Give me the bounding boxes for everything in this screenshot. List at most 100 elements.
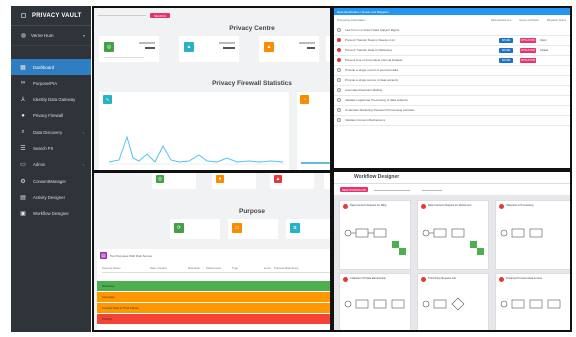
list-item[interactable]: Undertake Marketing Research Processing … xyxy=(334,106,570,116)
search-input[interactable] xyxy=(374,190,410,191)
row-label: Automated Decision Making xyxy=(345,88,383,93)
radio-icon xyxy=(337,48,341,53)
sidebar-item-label: Workflow Designer xyxy=(33,211,69,217)
radio-icon xyxy=(337,118,341,123)
workflow-card[interactable]: Preferred Process Data Access xyxy=(495,273,570,330)
row-label: Provide a single source of data subjects xyxy=(345,78,399,83)
radio-icon xyxy=(337,28,341,33)
sidebar-item-label: Admin xyxy=(33,162,46,168)
filter-field[interactable] xyxy=(126,11,146,18)
sidebar-item-purpose-pia[interactable]: ∞ Purpose/PIA xyxy=(11,75,91,91)
share-button[interactable]: SHARE xyxy=(499,48,513,53)
list-item[interactable]: Law Form on Voters Data Subject Rights xyxy=(334,26,570,36)
sidebar-item-label: Dashboard xyxy=(33,64,55,70)
chevron-left-icon: ‹ xyxy=(82,162,84,168)
sidebar-item-identity-data-gateway[interactable]: ⅄ Identity Data Gateway xyxy=(11,92,91,108)
purpose-name: Marketing xyxy=(102,284,115,288)
purpose-name: Transfer Data to Third Parties xyxy=(102,306,139,310)
workflow-diagram xyxy=(500,228,543,238)
stat-card: ▲ xyxy=(270,173,314,189)
column-header: Level xyxy=(264,265,271,270)
stat-card: ◎ xyxy=(152,173,196,189)
card-title: Data Consent Request for Retirement xyxy=(428,204,472,207)
list-item[interactable]: Automated Decision Making xyxy=(334,86,570,96)
toolbar: NEW WORKFLOW xyxy=(334,184,570,195)
table-row[interactable]: Profiling xyxy=(97,314,330,324)
status-icon xyxy=(499,277,504,282)
folder-icon: ▭ xyxy=(232,223,242,233)
purpose-icon: ⟳ xyxy=(174,223,184,233)
share-button[interactable]: SHARE xyxy=(499,38,513,43)
sidebar-item-label: ConsentManager xyxy=(33,178,66,184)
workflow-header: Workflow Designer xyxy=(334,172,570,184)
consent-icon: ◎ xyxy=(104,42,114,52)
avatar xyxy=(21,33,26,38)
workflow-card[interactable]: Third Party Request Job xyxy=(417,273,489,330)
list-item[interactable]: Provide a single record of personal data xyxy=(334,66,570,76)
list-item[interactable]: Prevent Use of Incomplete Internal Datas… xyxy=(334,56,570,66)
sidebar-item-dashboard[interactable]: ▦ Dashboard xyxy=(11,59,91,75)
table-row[interactable]: Transfer Data to Third Parties xyxy=(97,303,330,313)
sidebar-item-label: Search PII xyxy=(33,145,54,151)
list-icon: ☰ xyxy=(20,145,26,152)
brand: PRIVACY VAULT xyxy=(11,6,91,26)
card-title: Data Consent Request for Mktg xyxy=(350,204,387,207)
sidebar-item-label: Privacy Firewall xyxy=(33,113,64,119)
table-row[interactable]: Marketing xyxy=(97,281,330,291)
search-button[interactable]: SEARCH xyxy=(150,13,170,18)
radio-icon xyxy=(337,98,341,103)
list-item[interactable]: Validate Consent Mechanisms xyxy=(334,116,570,126)
sidebar-item-workflow-designer[interactable]: ▣ Workflow Designer xyxy=(11,206,91,222)
sidebar-item-consent-manager[interactable]: ⚙ ConsentManager xyxy=(11,173,91,189)
radio-icon xyxy=(337,78,341,83)
column-header: Mitigation Status xyxy=(546,18,566,22)
mitigation-button[interactable]: MITIGATION xyxy=(520,58,536,63)
row-label: Prevent Transfer Data to Sweden Ltd xyxy=(345,38,395,43)
mitigation-button[interactable]: MITIGATION xyxy=(520,38,536,43)
radio-icon xyxy=(337,108,341,113)
workflow-diagram xyxy=(500,299,561,309)
status-icon xyxy=(343,277,348,282)
table-row[interactable]: Campaign xyxy=(97,292,330,302)
sidebar: PRIVACY VAULT Verne Hum ▾ ▦ Dashboard ∞ Pu… xyxy=(11,6,91,332)
card-title: Third Party Request Job xyxy=(428,277,456,280)
sidebar-item-admin[interactable]: ▭ Admin ‹ xyxy=(11,157,91,173)
workflow-icon: ▣ xyxy=(20,211,26,218)
chevron-down-icon: ▾ xyxy=(82,33,85,38)
table-title: Top Purposes With Risk Scores xyxy=(110,254,153,258)
table-icon: ▤ xyxy=(100,252,107,259)
workflow-card[interactable]: Collection Of Data Membership xyxy=(339,273,411,330)
workflow-card[interactable]: Data Consent Request for Retirement xyxy=(417,200,489,270)
share-button[interactable]: SHARE xyxy=(499,58,513,63)
row-label: Validate Consent Mechanisms xyxy=(345,118,386,123)
mitigation-button[interactable]: MITIGATION xyxy=(520,48,536,53)
sidebar-item-privacy-firewall[interactable]: ● Privacy Firewall xyxy=(11,108,91,124)
workflow-diagram xyxy=(422,297,465,311)
list-item[interactable]: Prevent Transfer Data to Marketing SHARE… xyxy=(334,46,570,56)
column-header: Purpose Name xyxy=(102,265,121,270)
editor-icon: ▤ xyxy=(20,194,26,201)
status-select[interactable]: Closed xyxy=(540,49,548,52)
sidebar-item-search-pii[interactable]: ☰ Search PII xyxy=(11,140,91,156)
workflow-card[interactable]: Objection to Processing xyxy=(495,200,570,270)
purpose-panel: ◎ ● ▲ Purpose ⟳ ▭ ⧖ ▤ Top Purposes With … xyxy=(92,171,332,332)
radio-icon xyxy=(337,58,341,63)
status-select[interactable]: Open xyxy=(540,39,546,42)
row-label: Undertake Marketing Research Processing … xyxy=(345,108,415,113)
list-item[interactable]: Prevent Transfer Data to Sweden Ltd SHAR… xyxy=(334,36,570,46)
sidebar-item-data-discovery[interactable]: ⌕ Data Discovery ‹ xyxy=(11,124,91,140)
firewall-icon: ● xyxy=(21,112,25,119)
firewall-stats-title: Privacy Firewall Statistics xyxy=(212,80,292,87)
card-title: Objection to Processing xyxy=(506,204,534,207)
screen-collage: PRIVACY VAULT Verne Hum ▾ ▦ Dashboard ∞ Pu… xyxy=(0,0,576,337)
user-menu[interactable]: Verne Hum ▾ xyxy=(11,26,91,46)
search-icon: ⌕ xyxy=(21,128,25,135)
sidebar-item-activity-designer[interactable]: ▤ Activity Designer xyxy=(11,189,91,205)
new-workflow-button[interactable]: NEW WORKFLOW xyxy=(340,187,368,192)
consent-icon: ◎ xyxy=(156,175,164,183)
monitor-icon: ▭ xyxy=(20,162,26,169)
workflow-card[interactable]: Data Consent Request for Mktg xyxy=(339,200,411,270)
list-item[interactable]: Validate Legitimate Processing of data s… xyxy=(334,96,570,106)
filter-select[interactable] xyxy=(422,190,442,191)
list-item[interactable]: Provide a single source of data subjects xyxy=(334,76,570,86)
